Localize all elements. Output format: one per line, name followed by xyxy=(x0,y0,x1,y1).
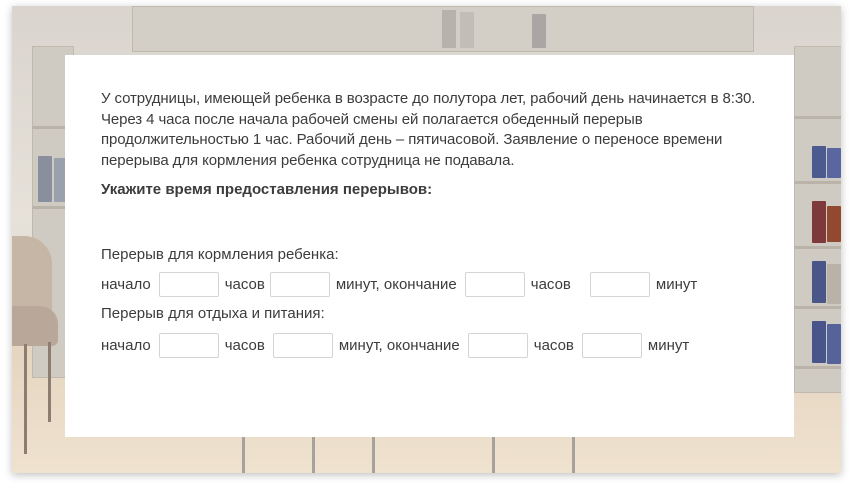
background-binder xyxy=(812,201,826,243)
feeding-break-row: начало часов минут, окончание часов мину… xyxy=(101,271,761,298)
background-binder xyxy=(532,14,546,48)
task-instruction: Укажите время предоставления перерывов: xyxy=(101,181,433,198)
hours-label: часов xyxy=(224,336,265,354)
rest-end-minutes-input[interactable] xyxy=(581,333,642,358)
start-label: начало xyxy=(101,336,151,354)
rest-end-hours-input[interactable] xyxy=(467,333,528,358)
background-binder xyxy=(442,10,456,48)
task-card: У сотрудницы, имеющей ребенка в возрасте… xyxy=(65,55,794,437)
task-content: У сотрудницы, имеющей ребенка в возрасте… xyxy=(101,89,761,359)
feeding-end-minutes-input[interactable] xyxy=(589,272,650,297)
background-chair-leg xyxy=(24,344,27,454)
background-shelf-board xyxy=(794,246,841,249)
rest-start-hours-input[interactable] xyxy=(158,333,219,358)
hours-label: часов xyxy=(533,336,574,354)
feeding-start-minutes-input[interactable] xyxy=(269,272,330,297)
minutes-label: минут xyxy=(655,275,698,293)
feeding-break-title: Перерыв для кормления ребенка: xyxy=(101,246,339,263)
background-chair xyxy=(12,236,52,316)
minutes-label: минут xyxy=(647,336,690,354)
minutes-end-label: минут, окончание xyxy=(335,275,457,293)
background-table-leg xyxy=(242,431,245,473)
background-shelf-board xyxy=(794,181,841,184)
background-table-leg xyxy=(572,431,575,473)
hours-label: часов xyxy=(224,275,265,293)
slide-frame: У сотрудницы, имеющей ребенка в возрасте… xyxy=(12,6,841,473)
background-binder xyxy=(460,12,474,48)
background-chair-seat xyxy=(12,306,58,346)
background-binder xyxy=(827,148,841,178)
feeding-end-hours-input[interactable] xyxy=(464,272,525,297)
background-binder xyxy=(812,321,826,363)
task-paragraph: У сотрудницы, имеющей ребенка в возрасте… xyxy=(101,90,756,169)
hours-label: часов xyxy=(530,275,571,293)
rest-start-minutes-input[interactable] xyxy=(272,333,333,358)
background-table-leg xyxy=(492,431,495,473)
rest-meal-break-row: начало часов минут, окончание часов мину… xyxy=(101,332,761,359)
start-label: начало xyxy=(101,275,151,293)
background-binder xyxy=(827,206,841,242)
background-binder xyxy=(827,324,841,364)
background-binder xyxy=(827,264,841,304)
feeding-start-hours-input[interactable] xyxy=(158,272,219,297)
background-chair-leg xyxy=(48,342,51,422)
background-binder xyxy=(812,261,826,303)
minutes-end-label: минут, окончание xyxy=(338,336,460,354)
background-table-leg xyxy=(372,431,375,473)
background-table-leg xyxy=(312,431,315,473)
background-binder xyxy=(38,156,52,202)
background-shelf-board xyxy=(794,116,841,119)
background-shelf-board xyxy=(794,366,841,369)
background-binder xyxy=(812,146,826,178)
rest-meal-break-title: Перерыв для отдыха и питания: xyxy=(101,305,325,322)
background-shelf-board xyxy=(794,306,841,309)
